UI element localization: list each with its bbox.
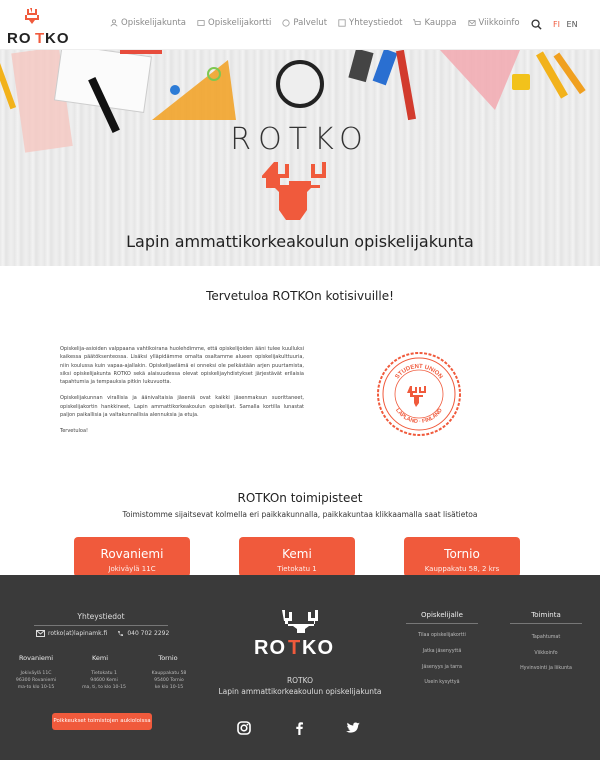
svg-text:STUDENT UNION: STUDENT UNION [395, 364, 444, 380]
svg-text:KO: KO [45, 30, 70, 46]
nav-item-opiskelijakortti[interactable]: Opiskelijakortti [197, 18, 271, 28]
main-menu: Opiskelijakunta Opiskelijakortti Palvelu… [110, 18, 520, 28]
footer-link[interactable]: Jäsenyys ja tarra [402, 665, 482, 670]
intro-text: Opiskelija-asioiden valppaana vahtikoira… [60, 345, 304, 444]
nav-item-kauppa[interactable]: Kauppa [413, 18, 457, 28]
footer-city-line: ma-to klo 10-15 [17, 685, 55, 690]
footer-link[interactable]: Jatka jäsenyyttä [402, 649, 482, 654]
nav-item-viikkoinfo[interactable]: Viikkoinfo [467, 18, 520, 28]
office-address: Tietokatu 1 [277, 565, 317, 573]
office-city: Kemi [282, 547, 312, 561]
footer-city-line: 95400 Tornio [154, 678, 184, 683]
intro-paragraph: Opiskelijakunnan virallisia ja äänivalta… [60, 395, 304, 419]
person-icon [110, 19, 118, 27]
svg-text:KO: KO [302, 637, 334, 658]
footer-city-details: Jokiväylä 11C 96300 Rovaniemi ma-to klo … [6, 670, 66, 691]
site-footer: Yhteystiedot rotko(at)lapinamk.fi 040 70… [0, 575, 600, 760]
footer-email[interactable]: rotko(at)lapinamk.fi [36, 630, 107, 637]
mail-icon [36, 630, 45, 637]
footer-city-line: 96300 Rovaniemi [15, 678, 57, 683]
office-address: Kauppakatu 58, 2 krs [424, 565, 500, 573]
welcome-heading: Tervetuloa ROTKOn kotisivuille! [206, 289, 394, 303]
footer-link[interactable]: Hyvinvointi ja liikunta [506, 666, 586, 671]
hero-title: ROTKO [230, 122, 370, 157]
footer-city-tornio: Tornio [158, 654, 178, 662]
footer-activities-title: Toiminta [510, 611, 582, 624]
badge-text-top: STUDENT UNION [395, 364, 444, 380]
hero-banner: ROTKO Lapin ammattikorkeakoulun opiskeli… [0, 50, 600, 266]
top-navbar: RO T KO Opiskelijakunta Opiskelijakortti… [0, 0, 600, 50]
office-city: Tornio [444, 547, 480, 561]
nav-item-yhteystiedot[interactable]: Yhteystiedot [338, 18, 402, 28]
footer-students-title: Opiskelijalle [406, 611, 478, 624]
nav-label: Viikkoinfo [478, 18, 520, 28]
footer-city-line: Jokiväylä 11C [20, 671, 52, 676]
footer-link[interactable]: Viikkoinfo [506, 651, 586, 656]
office-city: Rovaniemi [100, 547, 164, 561]
nav-label: Yhteystiedot [349, 18, 403, 28]
footer-phone-text: 040 702 2292 [127, 630, 170, 637]
intro-paragraph: Tervetuloa! [60, 428, 89, 435]
search-icon[interactable] [531, 19, 542, 30]
office-card-rovaniemi[interactable]: Rovaniemi Jokiväylä 11C [74, 537, 190, 577]
twitter-icon[interactable] [345, 720, 361, 736]
palette-icon [282, 19, 290, 27]
nav-label: Opiskelijakunta [121, 18, 186, 28]
footer-email-text: rotko(at)lapinamk.fi [48, 630, 108, 637]
lang-fi-link[interactable]: FI [553, 20, 560, 29]
footer-contact-title: Yhteystiedot [34, 612, 168, 626]
phone-icon [118, 631, 124, 636]
intro-paragraph: Opiskelija-asioiden valppaana vahtikoira… [60, 346, 304, 386]
hero-subtitle: Lapin ammattikorkeakoulun opiskelijakunt… [126, 232, 474, 251]
rotko-logo[interactable]: RO T KO [6, 6, 80, 46]
footer-link[interactable]: Tilaa opiskelijakortti [402, 633, 482, 638]
office-address: Jokiväylä 11C [108, 565, 156, 573]
mail-icon [467, 20, 476, 26]
contact-icon [338, 19, 346, 27]
cart-icon [413, 19, 422, 25]
office-card-kemi[interactable]: Kemi Tietokatu 1 [239, 537, 355, 577]
footer-city-details: Tietokatu 1 94600 Kemi ma, ti, to klo 10… [74, 670, 134, 691]
svg-text:T: T [35, 30, 44, 46]
lang-en-link[interactable]: EN [567, 20, 578, 29]
footer-city-line: 94600 Kemi [90, 678, 118, 683]
nav-item-opiskelijakunta[interactable]: Opiskelijakunta [110, 18, 186, 28]
footer-city-kemi: Kemi [91, 654, 109, 662]
svg-text:T: T [288, 637, 300, 658]
footer-org-name: ROTKO [286, 676, 314, 685]
footer-phone[interactable]: 040 702 2292 [117, 630, 169, 637]
deer-logo-icon [262, 162, 326, 220]
footer-org-full-name: Lapin ammattikorkeakoulun opiskelijakunt… [218, 687, 382, 696]
nav-label: Opiskelijakortti [208, 18, 272, 28]
nav-label: Kauppa [424, 18, 457, 28]
offices-subtitle: Toimistomme sijaitsevat kolmella eri pai… [122, 510, 478, 519]
facebook-icon[interactable] [291, 720, 307, 736]
footer-city-rovaniemi: Rovaniemi [18, 654, 54, 662]
footer-link[interactable]: Tapahtumat [506, 635, 586, 640]
offices-heading: ROTKOn toimipisteet [237, 491, 363, 505]
svg-text:RO: RO [254, 637, 286, 658]
footer-city-line: Tietokatu 1 [91, 671, 117, 676]
office-card-tornio[interactable]: Tornio Kauppakatu 58, 2 krs [404, 537, 520, 577]
instagram-icon[interactable] [236, 720, 252, 736]
footer-link[interactable]: Usein kysyttyä [402, 680, 482, 685]
nav-item-palvelut[interactable]: Palvelut [282, 18, 327, 28]
footer-contact-row: rotko(at)lapinamk.fi 040 702 2292 [36, 630, 169, 637]
footer-city-line: ma, ti, to klo 10-15 [82, 685, 126, 690]
language-switcher: FI EN [553, 20, 578, 29]
footer-rotko-logo[interactable]: RO T KO [252, 608, 348, 658]
office-hours-exceptions-button[interactable]: Poikkeukset toimistojen aukioloissa [52, 713, 152, 730]
nav-label: Palvelut [293, 18, 328, 28]
student-union-badge: STUDENT UNION LAPLAND · FINLAND [377, 352, 461, 436]
card-icon [197, 20, 205, 26]
svg-text:RO: RO [7, 30, 32, 46]
footer-city-line: Kauppakatu 58 [151, 671, 187, 676]
